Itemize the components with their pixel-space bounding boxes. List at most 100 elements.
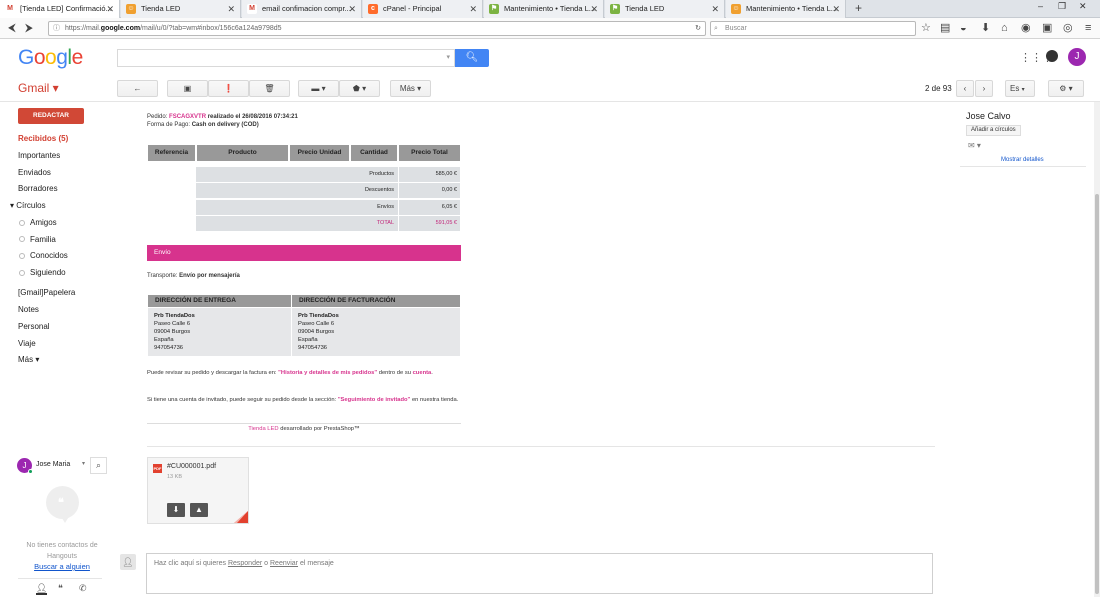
circle-icon: [19, 270, 25, 276]
sidebar-item-trash[interactable]: [Gmail]Papelera: [18, 288, 75, 297]
guest-tracking-link[interactable]: "Seguimiento de invitado": [338, 397, 411, 403]
browser-tab[interactable]: M email confimacion compr... ✕: [242, 0, 362, 18]
sidebar-item-circles[interactable]: ▾ Círculos: [10, 201, 46, 210]
arrow-left-icon: ←: [133, 84, 142, 93]
pocket-icon[interactable]: ◒: [960, 21, 967, 35]
phone-icon[interactable]: ✆: [79, 583, 87, 594]
sidebar-item-drafts[interactable]: Borradores: [18, 184, 58, 193]
browser-tab-bar: M [Tienda LED] Confirmació... ✕ ☺ Tienda…: [0, 0, 1100, 18]
hangouts-tab-icon[interactable]: ❝: [58, 583, 63, 594]
order-history-link[interactable]: "Historia y detalles de mis pedidos": [278, 370, 377, 376]
close-icon[interactable]: ✕: [711, 0, 719, 18]
restore-button[interactable]: ❐: [1058, 1, 1066, 12]
browser-tab[interactable]: ☺ Tienda LED ✕: [121, 0, 241, 18]
summary-label: Productos: [196, 167, 398, 182]
archive-button[interactable]: ▣: [167, 80, 208, 97]
sidebar-item-sent[interactable]: Enviados: [18, 168, 51, 177]
online-status-icon: [28, 469, 33, 474]
show-details-link[interactable]: Mostrar detalles: [1001, 157, 1044, 163]
browser-search-input[interactable]: ⌕ Buscar: [710, 21, 916, 36]
url-bar[interactable]: ⓘ https://mail.google.com/mail/u/0/?tab=…: [48, 21, 706, 36]
browser-tab[interactable]: M [Tienda LED] Confirmació... ✕: [0, 0, 120, 18]
sidebar-item-acquaintances[interactable]: Conocidos: [30, 251, 68, 260]
reply-box[interactable]: Haz clic aquí si quieres Responder o Ree…: [146, 553, 933, 594]
hangouts-search-button[interactable]: ⌕: [90, 457, 107, 474]
save-to-drive-icon[interactable]: ▲: [190, 503, 208, 517]
home-icon[interactable]: ⌂: [1001, 21, 1008, 35]
pager-text: 2 de 93: [925, 84, 952, 93]
order-reference: FSCAGXVTR: [169, 114, 207, 120]
scrollbar[interactable]: [1094, 102, 1100, 597]
new-tab-button[interactable]: +: [855, 1, 862, 15]
summary-row: Productos 585,00 €: [196, 167, 460, 182]
delete-button[interactable]: 🗑︎: [249, 80, 290, 97]
scrollbar-thumb[interactable]: [1095, 194, 1099, 594]
browser-tab[interactable]: ⚑ Tienda LED ✕: [605, 0, 725, 18]
close-window-button[interactable]: ✕: [1079, 1, 1087, 12]
sidebar-item-inbox[interactable]: Recibidos (5): [18, 134, 68, 143]
back-to-inbox-button[interactable]: ←: [117, 80, 158, 97]
move-to-button[interactable]: ▬ ▾: [298, 80, 339, 97]
newer-button[interactable]: ‹: [956, 80, 974, 97]
sidebar-item-family[interactable]: Familia: [30, 235, 56, 244]
add-to-circles-button[interactable]: Añadir a círculos: [966, 125, 1021, 136]
forward-link[interactable]: Reenviar: [270, 560, 298, 567]
sidebar-item-more[interactable]: Más ▾: [18, 355, 39, 364]
sidebar-item-friends[interactable]: Amigos: [30, 218, 57, 227]
store-link[interactable]: Tienda LED: [248, 426, 278, 432]
account-avatar[interactable]: J: [1068, 48, 1086, 66]
attachment-card[interactable]: PDF #CU000001.pdf 13 KB ⬇ ▲: [147, 457, 249, 524]
address-line: 947054736: [298, 345, 328, 351]
search-options-icon[interactable]: ▾: [446, 53, 450, 61]
extension-icon[interactable]: ▣: [1042, 21, 1052, 35]
close-icon[interactable]: ✕: [590, 0, 598, 18]
browser-tab[interactable]: c cPanel - Principal ✕: [363, 0, 483, 18]
close-icon[interactable]: ✕: [469, 0, 477, 18]
download-icon[interactable]: ⬇: [981, 21, 990, 35]
labels-button[interactable]: ⬟ ▾: [339, 80, 380, 97]
minimize-button[interactable]: –: [1038, 1, 1043, 11]
bookmark-star-icon[interactable]: ☆: [921, 21, 931, 35]
reading-list-icon[interactable]: ▤: [940, 21, 950, 35]
sidebar-item-travel[interactable]: Viaje: [18, 339, 36, 348]
older-button[interactable]: ›: [975, 80, 993, 97]
mail-search-input[interactable]: ▾: [117, 49, 455, 67]
sidebar-item-important[interactable]: Importantes: [18, 151, 60, 160]
reply-link[interactable]: Responder: [228, 560, 262, 567]
find-someone-link[interactable]: Buscar a alguien: [10, 562, 114, 571]
column-header-product: Producto: [197, 145, 289, 161]
settings-button[interactable]: ⚙ ▾: [1048, 80, 1084, 97]
chevron-down-icon[interactable]: ▾: [82, 460, 85, 467]
sidebar-item-following[interactable]: Siguiendo: [30, 268, 66, 277]
account-link[interactable]: cuenta: [413, 370, 432, 376]
gmail-menu[interactable]: Gmail ▾: [18, 81, 59, 95]
forward-icon[interactable]: ⮞: [25, 21, 33, 35]
chat-icon[interactable]: ◉: [1021, 21, 1031, 35]
close-icon[interactable]: ✕: [348, 0, 356, 18]
transport-prefix: Transporte:: [147, 273, 178, 279]
sidebar-item-notes[interactable]: Notes: [18, 305, 39, 314]
close-icon[interactable]: ✕: [106, 0, 114, 18]
browser-tab[interactable]: ☺ Mantenimiento • Tienda L... ✕: [726, 0, 846, 18]
compose-button[interactable]: REDACTAR: [18, 108, 84, 124]
google-logo[interactable]: Google: [18, 46, 83, 70]
contacts-tab-icon[interactable]: 👤︎: [36, 584, 48, 595]
back-icon[interactable]: ⮜: [8, 21, 16, 35]
hangouts-empty-icon: ❝: [46, 486, 79, 523]
more-button[interactable]: Más ▾: [390, 80, 431, 97]
language-select[interactable]: Es ▾: [1005, 80, 1035, 97]
address-line: España: [298, 337, 318, 343]
browser-tab[interactable]: ⚑ Mantenimiento • Tienda L... ✕: [484, 0, 604, 18]
sidebar-item-personal[interactable]: Personal: [18, 322, 50, 331]
close-icon[interactable]: ✕: [227, 0, 235, 18]
report-spam-button[interactable]: ❗: [208, 80, 249, 97]
url-path: /mail/u/0/?tab=wm#inbox/156c6a124a9798d5: [140, 25, 282, 32]
reload-icon[interactable]: ↻: [695, 22, 701, 35]
addon-icon[interactable]: ◎: [1063, 21, 1073, 35]
close-icon[interactable]: ✕: [832, 0, 840, 18]
notifications-icon[interactable]: [1046, 50, 1058, 62]
menu-icon[interactable]: ≡: [1085, 21, 1091, 35]
download-icon[interactable]: ⬇: [167, 503, 185, 517]
mail-icon[interactable]: ✉ ▾: [968, 141, 981, 150]
mail-search-button[interactable]: 🔍︎: [455, 49, 489, 67]
